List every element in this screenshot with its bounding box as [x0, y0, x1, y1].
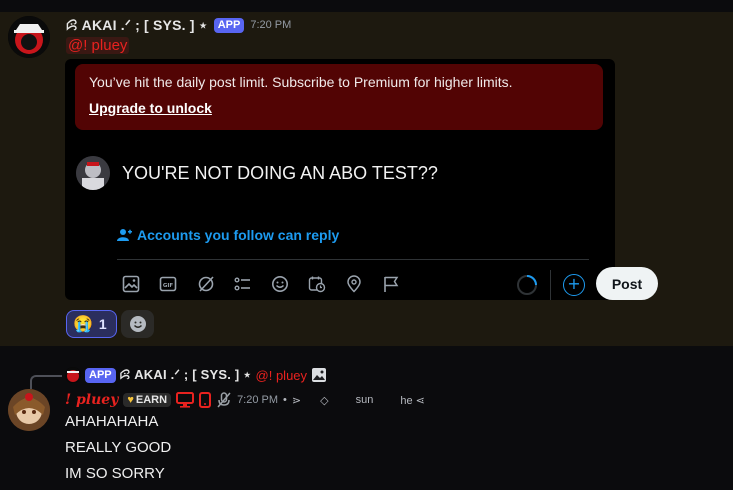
message-header: ! pluey ♥ EARN 7:20 PM • ⋗ ◇ sun he ⋖ — [65, 390, 425, 410]
image-icon[interactable] — [120, 273, 142, 295]
toolbar-separator — [550, 270, 551, 300]
list-icon[interactable] — [232, 273, 254, 295]
schedule-icon[interactable] — [306, 273, 328, 295]
reply-avatar — [65, 367, 81, 383]
character-progress-ring — [516, 274, 538, 296]
username[interactable]: ! pluey — [65, 392, 118, 408]
post-limit-notice: You’ve hit the daily post limit. Subscri… — [75, 64, 603, 130]
message-highlighted: ꕸ AKAI .ᐟ ; [ SYS. ] ⋆ APP 7:20 PM @! pl… — [0, 12, 733, 346]
reactions-bar: 😭 1 — [66, 310, 154, 338]
reply-app-badge: APP — [85, 367, 116, 383]
embed-card: You’ve hit the daily post limit. Subscri… — [65, 59, 658, 303]
status-decoration-1: ⋗ — [291, 394, 302, 407]
compose-toolbar: GIF + Post — [120, 267, 658, 303]
reply-username: ꕸ AKAI .ᐟ ; [ SYS. ] ⋆ — [119, 367, 252, 382]
timestamp[interactable]: 7:20 PM — [250, 19, 291, 31]
reply-connector — [30, 375, 62, 389]
muted-mic-icon — [217, 392, 231, 408]
reply-setting[interactable]: Accounts you follow can reply — [117, 227, 339, 243]
message-line: IM SO SORRY — [65, 465, 165, 482]
mobile-icon — [199, 392, 212, 408]
earn-badge: ♥ EARN — [123, 393, 172, 407]
emoji-icon[interactable] — [269, 273, 291, 295]
desktop-icon — [176, 392, 195, 408]
reply-setting-label: Accounts you follow can reply — [137, 227, 340, 243]
add-reaction-icon — [129, 316, 146, 332]
gif-icon[interactable]: GIF — [157, 273, 179, 295]
earn-label: EARN — [135, 394, 168, 406]
tweet-text: YOU'RE NOT DOING AN ABO TEST?? — [122, 163, 438, 183]
avatar[interactable] — [8, 389, 50, 431]
timestamp[interactable]: 7:20 PM — [237, 394, 278, 406]
post-button[interactable]: Post — [596, 267, 658, 300]
upgrade-link[interactable]: Upgrade to unlock — [89, 100, 212, 116]
add-reaction-button[interactable] — [121, 310, 154, 338]
avatar[interactable] — [8, 16, 50, 58]
grok-icon[interactable] — [195, 273, 217, 295]
app-badge: APP — [213, 17, 245, 33]
message-header: ꕸ AKAI .ᐟ ; [ SYS. ] ⋆ APP 7:20 PM — [66, 16, 291, 34]
image-attachment-icon — [312, 368, 327, 382]
limit-message: You’ve hit the daily post limit. Subscri… — [89, 74, 513, 90]
reaction-crying[interactable]: 😭 1 — [66, 310, 117, 338]
svg-text:GIF: GIF — [163, 283, 174, 289]
status-decoration-3: sun — [355, 394, 374, 406]
username[interactable]: ꕸ AKAI .ᐟ ; [ SYS. ] ⋆ — [66, 17, 208, 34]
yellow-heart-icon: ♥ — [127, 394, 134, 406]
bullet-separator: • — [283, 394, 287, 406]
reaction-count: 1 — [98, 316, 107, 332]
location-icon[interactable] — [343, 273, 365, 295]
tweet-avatar — [76, 156, 110, 190]
divider — [117, 259, 589, 260]
user-mention[interactable]: @! pluey — [66, 37, 130, 54]
reply-mention: @! pluey — [255, 367, 308, 383]
message-line: REALLY GOOD — [65, 439, 172, 456]
status-decoration-4: he ⋖ — [400, 394, 425, 407]
add-post-button[interactable]: + — [563, 274, 585, 296]
people-icon — [117, 229, 132, 241]
crying-emoji-icon: 😭 — [73, 316, 93, 333]
flag-icon[interactable] — [380, 273, 402, 295]
status-decoration-2: ◇ — [320, 394, 329, 407]
reply-reference[interactable]: APP ꕸ AKAI .ᐟ ; [ SYS. ] ⋆ @! pluey — [65, 366, 327, 384]
message-line: AHAHAHAHA — [65, 413, 159, 430]
